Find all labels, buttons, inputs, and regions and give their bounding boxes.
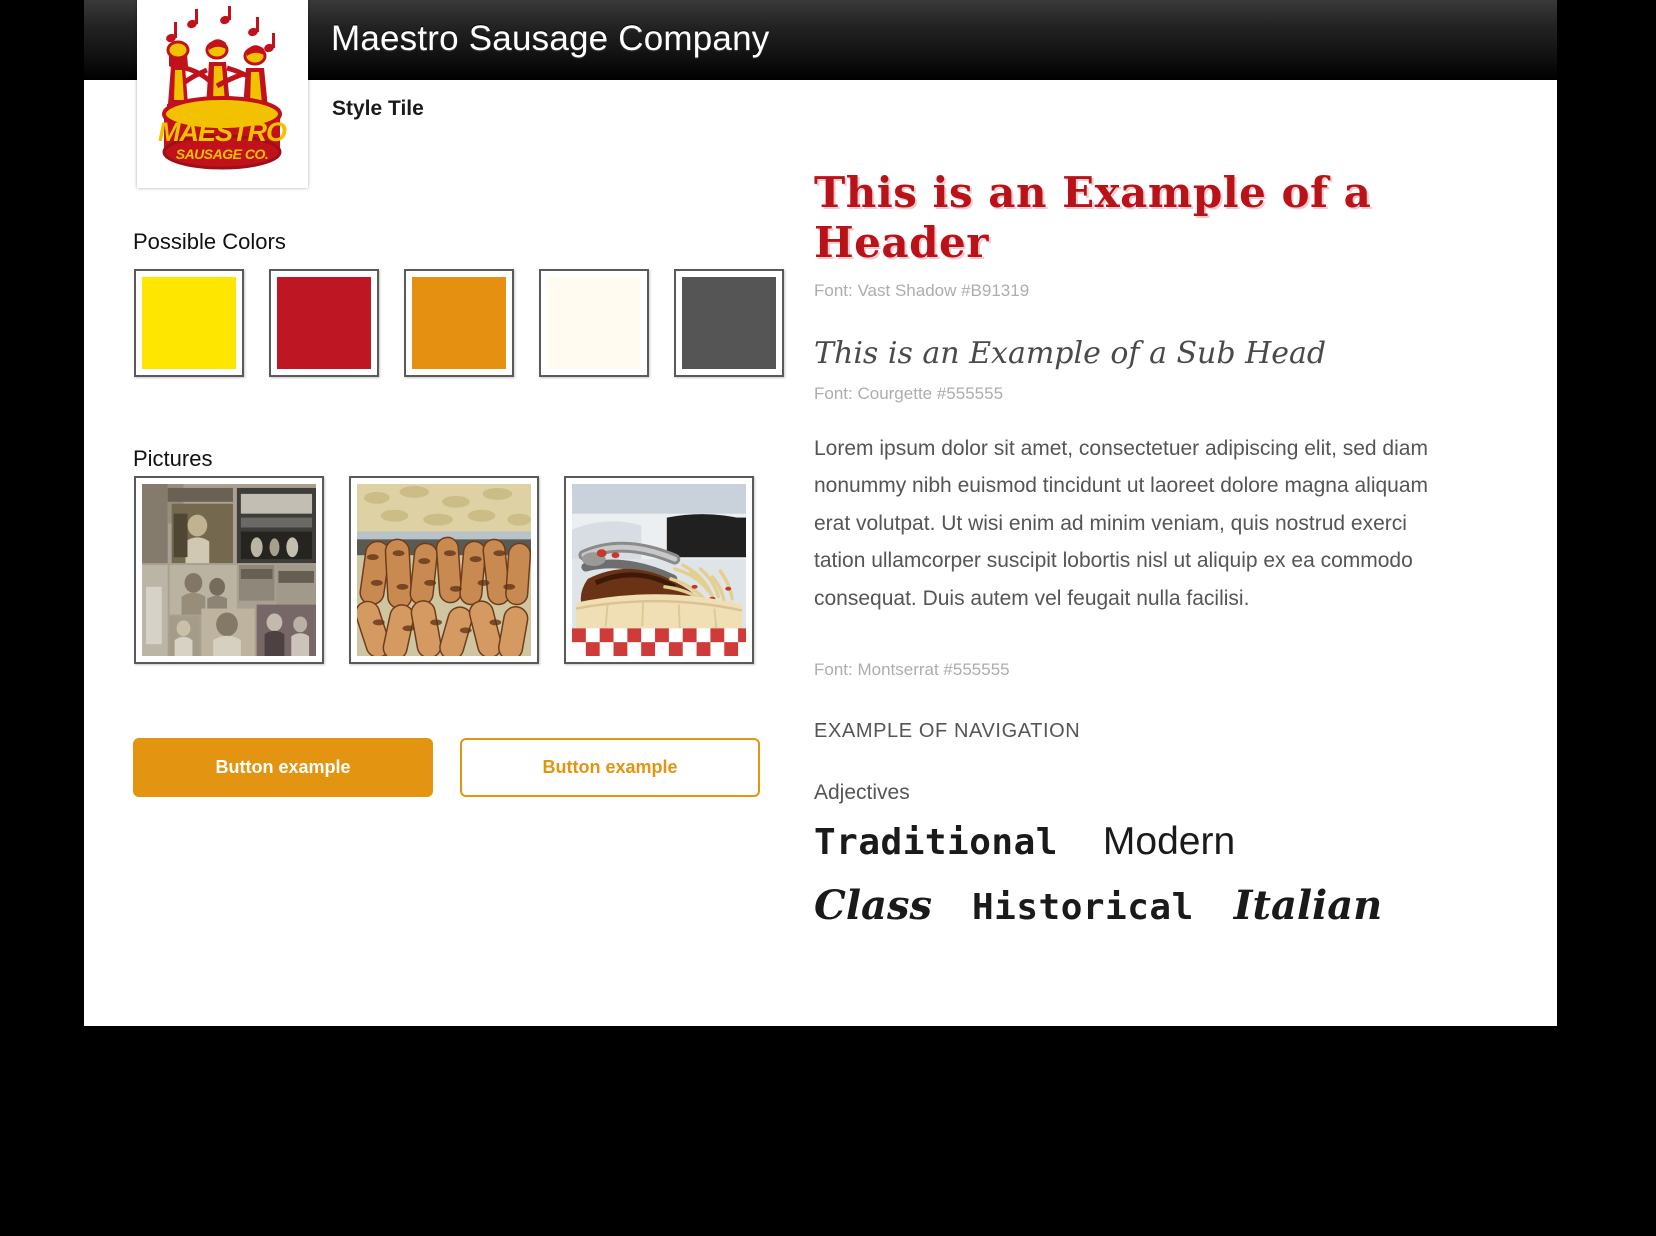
possible-colors-label: Possible Colors — [133, 229, 286, 254]
adjectives-wrap: Traditional Modern Class Historical Ital… — [814, 820, 1454, 929]
header-font-note: Font: Vast Shadow #B91319 — [814, 281, 1030, 300]
vintage-collage-icon — [142, 484, 316, 656]
picture-image — [357, 484, 531, 656]
picture-image — [142, 484, 316, 656]
app-title: Maestro Sausage Company — [331, 19, 770, 58]
svg-text:MAESTRO: MAESTRO — [158, 117, 287, 147]
page-title: Style Tile — [332, 97, 424, 120]
color-swatch-cream[interactable] — [539, 269, 649, 377]
swatch-fill — [142, 277, 236, 369]
adjectives-row-2: Class Historical Italian — [814, 882, 1454, 929]
sausage-sandwich-icon — [572, 484, 746, 656]
swatch-fill — [277, 277, 371, 369]
screenshot-root: Maestro Sausage Company MAESTRO SAUSAGE … — [0, 0, 1656, 1236]
color-swatch-red[interactable] — [269, 269, 379, 377]
button-example-filled[interactable]: Button example — [133, 738, 433, 797]
style-tile-card: Maestro Sausage Company MAESTRO SAUSAGE … — [84, 0, 1557, 1026]
swatch-fill — [412, 277, 506, 369]
button-example-outline[interactable]: Button example — [460, 738, 760, 797]
picture-image — [572, 484, 746, 656]
color-swatch-dark-gray[interactable] — [674, 269, 784, 377]
example-header: This is an Example of a Header — [814, 168, 1372, 267]
adjectives-label: Adjectives — [814, 781, 910, 804]
pictures-label: Pictures — [133, 446, 213, 471]
maestro-sausage-logo-icon: MAESTRO SAUSAGE CO. — [158, 6, 288, 170]
adjective-italian: Italian — [1233, 882, 1383, 929]
adjectives-row-1: Traditional Modern — [814, 820, 1454, 864]
pictures-row — [134, 476, 754, 664]
example-subhead: This is an Example of a Sub Head — [814, 336, 1327, 371]
picture-grilled-sausages[interactable] — [349, 476, 539, 664]
picture-vintage-photo-collage[interactable] — [134, 476, 324, 664]
button-examples-row: Button example Button example — [133, 738, 760, 797]
picture-sausage-sandwich[interactable] — [564, 476, 754, 664]
example-of-navigation[interactable]: EXAMPLE OF NAVIGATION — [814, 720, 1080, 743]
swatch-fill — [682, 277, 776, 369]
adjective-modern: Modern — [1102, 820, 1236, 863]
adjective-class: Class — [814, 882, 932, 929]
svg-text:SAUSAGE CO.: SAUSAGE CO. — [176, 146, 269, 162]
subhead-font-note: Font: Courgette #555555 — [814, 384, 1004, 403]
body-font-note: Font: Montserrat #555555 — [814, 660, 1010, 679]
example-body-copy: Lorem ipsum dolor sit amet, consectetuer… — [814, 437, 1429, 610]
grilled-sausages-icon — [357, 484, 531, 656]
adjective-traditional: Traditional — [814, 822, 1058, 863]
color-swatch-row — [134, 269, 784, 377]
swatch-fill — [547, 277, 641, 369]
adjective-historical: Historical — [972, 887, 1194, 928]
color-swatch-yellow[interactable] — [134, 269, 244, 377]
logo-tile[interactable]: MAESTRO SAUSAGE CO. — [137, 0, 308, 188]
color-swatch-orange[interactable] — [404, 269, 514, 377]
